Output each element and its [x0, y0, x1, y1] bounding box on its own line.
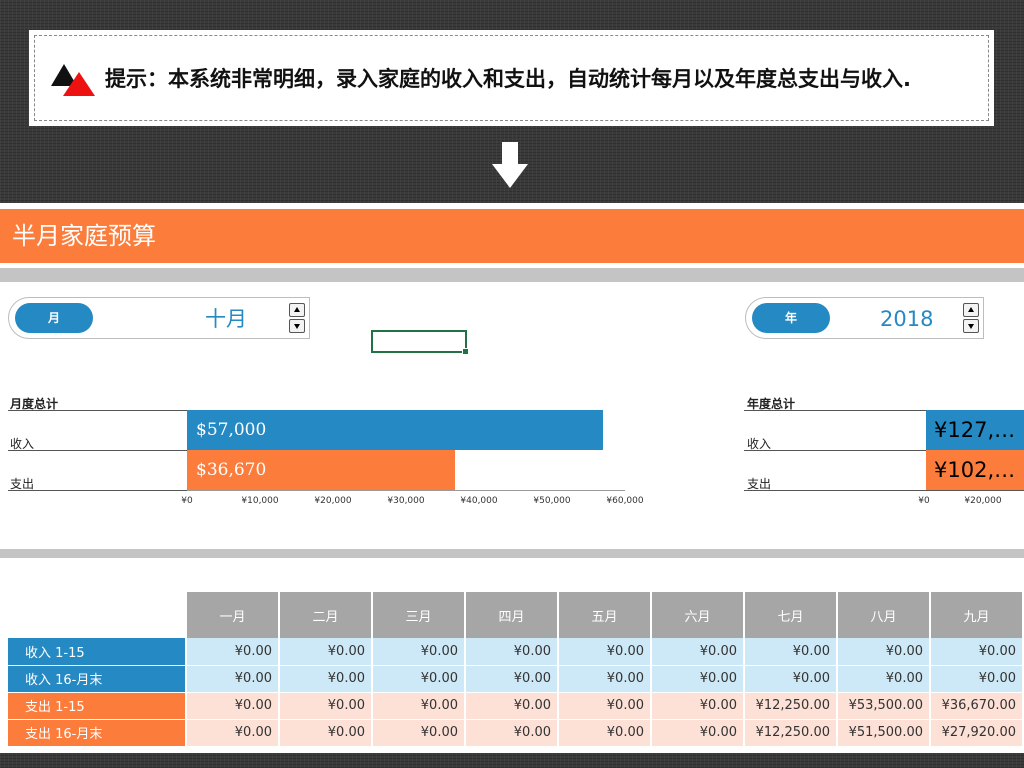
table-cell[interactable]: ¥0.00: [837, 638, 931, 666]
table-cell[interactable]: ¥0.00: [279, 692, 373, 720]
yearly-tick: ¥0: [918, 496, 930, 506]
table-cell[interactable]: ¥0.00: [186, 719, 280, 747]
table-cell[interactable]: ¥27,920.00: [930, 719, 1024, 747]
column-header: 二月: [279, 592, 373, 638]
table-cell[interactable]: ¥0.00: [372, 719, 466, 747]
table-cell[interactable]: ¥0.00: [465, 665, 559, 693]
divider-bottom: [0, 549, 1024, 558]
table-cell[interactable]: ¥0.00: [186, 665, 280, 693]
monthly-tick: ¥40,000: [460, 496, 498, 506]
table-cell[interactable]: ¥12,250.00: [744, 719, 838, 747]
budget-sheet: 半月家庭预算 月 十月 年 2018 月度总计 收入 支出 $57,000 $3…: [0, 203, 1024, 753]
monthly-line-2: [8, 450, 188, 451]
monthly-tick: ¥20,000: [314, 496, 352, 506]
table-cell[interactable]: ¥0.00: [372, 638, 466, 666]
monthly-expense-bar: $36,670: [187, 450, 455, 490]
year-spinner[interactable]: [963, 303, 979, 333]
column-header: 七月: [744, 592, 838, 638]
budget-table: 一月 二月 三月 四月 五月 六月 七月 八月 九月 收入 1-15 ¥0.00 ¥0.00 ¥0.0…: [8, 592, 1024, 747]
table-corner: [8, 592, 187, 638]
table-cell[interactable]: ¥0.00: [465, 638, 559, 666]
table-cell[interactable]: ¥0.00: [186, 692, 280, 720]
table-cell[interactable]: ¥0.00: [651, 665, 745, 693]
column-header: 五月: [558, 592, 652, 638]
monthly-income-bar: $57,000: [187, 410, 603, 450]
page-title: 半月家庭预算: [0, 209, 1024, 263]
yearly-line-3: [744, 490, 1024, 491]
table-cell[interactable]: ¥0.00: [186, 638, 280, 666]
column-header: 九月: [930, 592, 1024, 638]
table-cell[interactable]: ¥0.00: [372, 692, 466, 720]
table-row: 支出 16-月末 ¥0.00 ¥0.00 ¥0.00 ¥0.00 ¥0.00 ¥0.00 ¥1…: [8, 719, 1024, 747]
table-cell[interactable]: ¥0.00: [744, 638, 838, 666]
yearly-line-2: [744, 450, 926, 451]
table-cell[interactable]: ¥0.00: [465, 692, 559, 720]
table-cell[interactable]: ¥0.00: [930, 665, 1024, 693]
table-cell[interactable]: ¥51,500.00: [837, 719, 931, 747]
monthly-axis: [187, 490, 625, 491]
monthly-tick: ¥10,000: [241, 496, 279, 506]
table-cell[interactable]: ¥0.00: [651, 719, 745, 747]
table-cell[interactable]: ¥0.00: [558, 638, 652, 666]
row-label[interactable]: 收入 1-15: [8, 638, 187, 666]
yearly-line-1: [744, 410, 926, 411]
arrow-down-icon: [492, 142, 528, 190]
yearly-expense-bar: ¥102,…: [926, 450, 1024, 490]
table-cell[interactable]: ¥0.00: [558, 692, 652, 720]
column-header: 一月: [186, 592, 280, 638]
table-cell[interactable]: ¥0.00: [744, 665, 838, 693]
year-label-pill: 年: [752, 303, 830, 333]
table-cell[interactable]: ¥0.00: [651, 692, 745, 720]
table-cell[interactable]: ¥0.00: [558, 665, 652, 693]
table-cell[interactable]: ¥0.00: [279, 719, 373, 747]
table-cell[interactable]: ¥53,500.00: [837, 692, 931, 720]
column-header: 八月: [837, 592, 931, 638]
year-control: 年 2018: [745, 297, 984, 339]
row-label[interactable]: 收入 16-月末: [8, 665, 187, 693]
table-cell[interactable]: ¥0.00: [465, 719, 559, 747]
table-cell[interactable]: ¥0.00: [651, 638, 745, 666]
table-cell[interactable]: ¥36,670.00: [930, 692, 1024, 720]
selected-cell[interactable]: [371, 330, 469, 355]
yearly-tick: ¥20,000: [964, 496, 1002, 506]
table-cell[interactable]: ¥0.00: [558, 719, 652, 747]
month-up-button[interactable]: [289, 303, 305, 317]
monthly-tick: ¥50,000: [533, 496, 571, 506]
tip-text: 提示：本系统非常明细，录入家庭的收入和支出，自动统计每月以及年度总支出与收入.: [105, 67, 911, 91]
table-cell[interactable]: ¥0.00: [372, 665, 466, 693]
monthly-line-3: [8, 490, 188, 491]
monthly-tick: ¥30,000: [387, 496, 425, 506]
month-value: 十月: [205, 307, 247, 331]
table-cell[interactable]: ¥0.00: [279, 665, 373, 693]
row-label[interactable]: 支出 16-月末: [8, 719, 187, 747]
table-row: 收入 1-15 ¥0.00 ¥0.00 ¥0.00 ¥0.00 ¥0.00 ¥0.00 ¥0.…: [8, 638, 1024, 666]
row-label[interactable]: 支出 1-15: [8, 692, 187, 720]
year-up-button[interactable]: [963, 303, 979, 317]
table-header-row: 一月 二月 三月 四月 五月 六月 七月 八月 九月: [8, 592, 1024, 638]
table-cell[interactable]: ¥0.00: [930, 638, 1024, 666]
warning-triangles-icon: [49, 60, 95, 96]
table-cell[interactable]: ¥0.00: [837, 665, 931, 693]
table-row: 收入 16-月末 ¥0.00 ¥0.00 ¥0.00 ¥0.00 ¥0.00 ¥0.00 ¥0…: [8, 665, 1024, 693]
monthly-line-1: [8, 410, 188, 411]
monthly-tick: ¥60,000: [606, 496, 644, 506]
column-header: 三月: [372, 592, 466, 638]
month-spinner[interactable]: [289, 303, 305, 333]
year-value: 2018: [880, 307, 934, 331]
table-cell[interactable]: ¥12,250.00: [744, 692, 838, 720]
table-row: 支出 1-15 ¥0.00 ¥0.00 ¥0.00 ¥0.00 ¥0.00 ¥0.00 ¥12…: [8, 692, 1024, 720]
month-control: 月 十月: [8, 297, 310, 339]
column-header: 四月: [465, 592, 559, 638]
column-header: 六月: [651, 592, 745, 638]
month-label-pill: 月: [15, 303, 93, 333]
tip-frame: 提示：本系统非常明细，录入家庭的收入和支出，自动统计每月以及年度总支出与收入.: [34, 35, 989, 121]
year-down-button[interactable]: [963, 319, 979, 333]
tip-box: 提示：本系统非常明细，录入家庭的收入和支出，自动统计每月以及年度总支出与收入.: [29, 30, 994, 126]
table-cell[interactable]: ¥0.00: [279, 638, 373, 666]
monthly-tick: ¥0: [181, 496, 193, 506]
month-down-button[interactable]: [289, 319, 305, 333]
yearly-income-bar: ¥127,…: [926, 410, 1024, 450]
divider-top: [0, 268, 1024, 282]
